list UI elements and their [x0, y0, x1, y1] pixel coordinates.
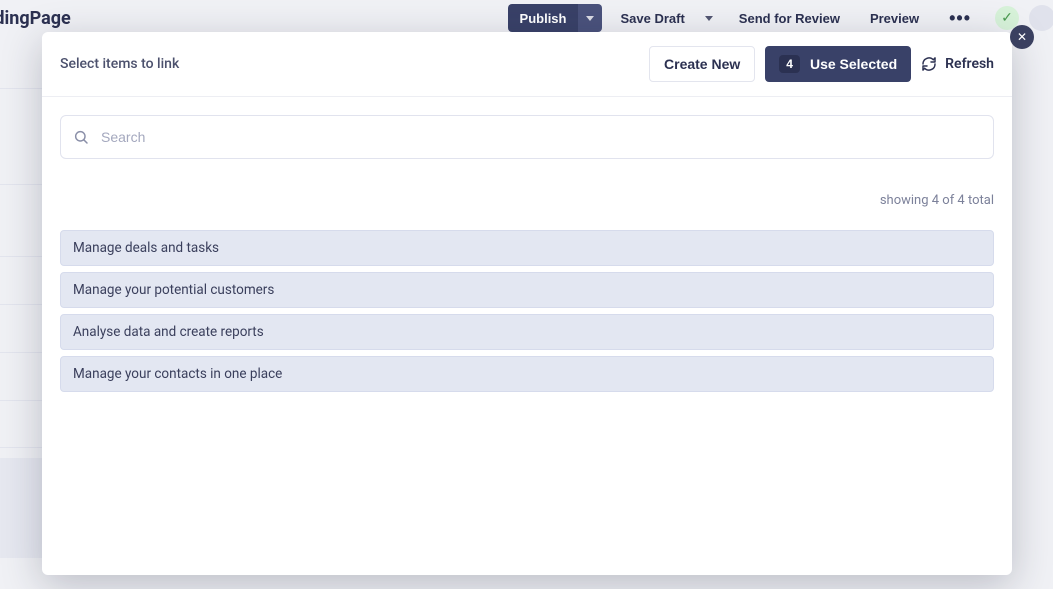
modal-title: Select items to link: [60, 56, 179, 72]
modal-body: showing 4 of 4 total Manage deals and ta…: [42, 97, 1012, 575]
modal-header: Select items to link Create New 4 Use Se…: [42, 32, 1012, 97]
chevron-down-icon: [586, 16, 594, 21]
preview-button[interactable]: Preview: [858, 4, 931, 32]
save-draft-button-group: Save Draft: [608, 4, 720, 32]
avatar[interactable]: [1029, 5, 1053, 31]
search-input[interactable]: [101, 129, 981, 145]
list-item[interactable]: Manage your contacts in one place: [60, 356, 994, 392]
close-icon: ✕: [1017, 30, 1027, 44]
close-button[interactable]: ✕: [1010, 25, 1034, 49]
list-item[interactable]: Manage deals and tasks: [60, 230, 994, 266]
refresh-label: Refresh: [945, 56, 994, 72]
items-list: Manage deals and tasks Manage your poten…: [60, 230, 994, 392]
publish-button-group: Publish: [508, 4, 603, 32]
save-draft-button[interactable]: Save Draft: [608, 4, 696, 32]
create-new-button[interactable]: Create New: [649, 46, 755, 82]
more-actions-button[interactable]: •••: [937, 4, 983, 32]
refresh-button[interactable]: Refresh: [921, 56, 994, 72]
publish-dropdown-toggle[interactable]: [578, 4, 602, 32]
page-title: asLandingPage: [0, 8, 71, 29]
list-item[interactable]: Analyse data and create reports: [60, 314, 994, 350]
save-draft-dropdown-toggle[interactable]: [697, 4, 721, 32]
modal-actions: Create New 4 Use Selected Refresh: [649, 46, 994, 82]
refresh-icon: [921, 56, 937, 72]
search-field-wrap: [60, 115, 994, 159]
list-item[interactable]: Manage your potential customers: [60, 272, 994, 308]
ellipsis-icon: •••: [949, 9, 971, 27]
top-bar: asLandingPage Publish Save Draft Send fo…: [0, 0, 1053, 36]
search-icon: [73, 129, 89, 145]
send-for-review-button[interactable]: Send for Review: [727, 4, 852, 32]
chevron-down-icon: [705, 16, 713, 21]
selected-count-badge: 4: [779, 55, 800, 73]
results-meta: showing 4 of 4 total: [60, 193, 994, 208]
use-selected-label: Use Selected: [810, 56, 897, 72]
select-items-modal: ✕ Select items to link Create New 4 Use …: [42, 32, 1012, 575]
publish-button[interactable]: Publish: [508, 4, 579, 32]
use-selected-button[interactable]: 4 Use Selected: [765, 46, 911, 82]
